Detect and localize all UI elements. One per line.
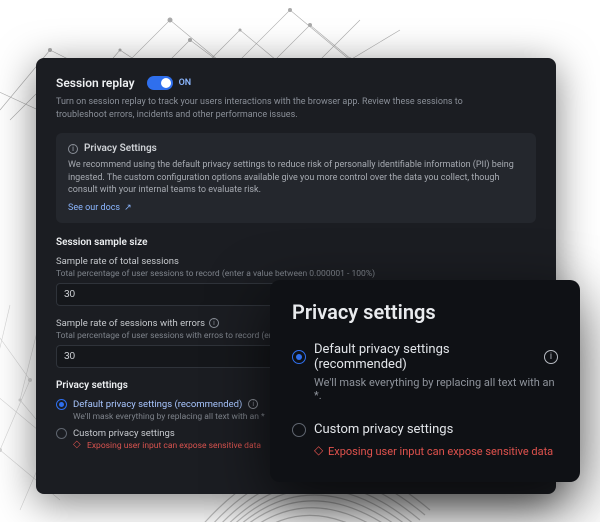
radio-icon xyxy=(292,423,306,437)
info-icon[interactable]: i xyxy=(209,318,219,328)
callout-body: We recommend using the default privacy s… xyxy=(68,159,524,197)
zoom-default-note: We'll mask everything by replacing all t… xyxy=(314,376,558,402)
zoom-default-option[interactable]: Default privacy settings (recommended) i xyxy=(292,342,558,372)
docs-link[interactable]: See our docs ↗ xyxy=(68,203,132,213)
zoom-custom-label: Custom privacy settings xyxy=(314,422,453,437)
zoom-custom-warning: Exposing user input can expose sensitive… xyxy=(314,445,553,458)
toggle-state-label: ON xyxy=(179,78,192,88)
error-sample-label: Sample rate of sessions with errors xyxy=(56,318,205,329)
zoom-default-label: Default privacy settings (recommended) xyxy=(314,342,536,372)
radio-icon xyxy=(292,350,306,364)
privacy-custom-warning: Exposing user input can expose sensitive… xyxy=(73,441,261,451)
sample-section-title: Session sample size xyxy=(56,237,536,248)
toggle-switch-icon xyxy=(147,76,173,90)
privacy-callout: i Privacy Settings We recommend using th… xyxy=(56,133,536,223)
radio-icon xyxy=(56,399,67,410)
radio-icon xyxy=(56,428,67,439)
zoom-custom-option[interactable]: Custom privacy settings xyxy=(292,422,558,437)
warning-icon xyxy=(314,446,324,456)
info-icon[interactable]: i xyxy=(248,399,258,409)
warning-icon xyxy=(73,441,83,451)
privacy-zoom-card: Privacy settings Default privacy setting… xyxy=(270,280,580,482)
total-sample-label: Sample rate of total sessions xyxy=(56,256,179,267)
info-icon[interactable]: i xyxy=(544,350,558,364)
panel-title: Session replay xyxy=(56,76,135,90)
external-link-icon: ↗ xyxy=(124,203,132,213)
docs-link-label: See our docs xyxy=(68,203,120,213)
privacy-default-label: Default privacy settings (recommended) xyxy=(73,399,242,410)
total-sample-help: Total percentage of user sessions to rec… xyxy=(56,269,536,279)
panel-description: Turn on session replay to track your use… xyxy=(56,96,496,121)
info-icon: i xyxy=(68,144,78,154)
session-replay-toggle[interactable]: ON xyxy=(147,76,192,90)
zoom-title: Privacy settings xyxy=(292,300,558,324)
privacy-custom-label: Custom privacy settings xyxy=(73,428,175,439)
callout-title: Privacy Settings xyxy=(84,143,157,154)
